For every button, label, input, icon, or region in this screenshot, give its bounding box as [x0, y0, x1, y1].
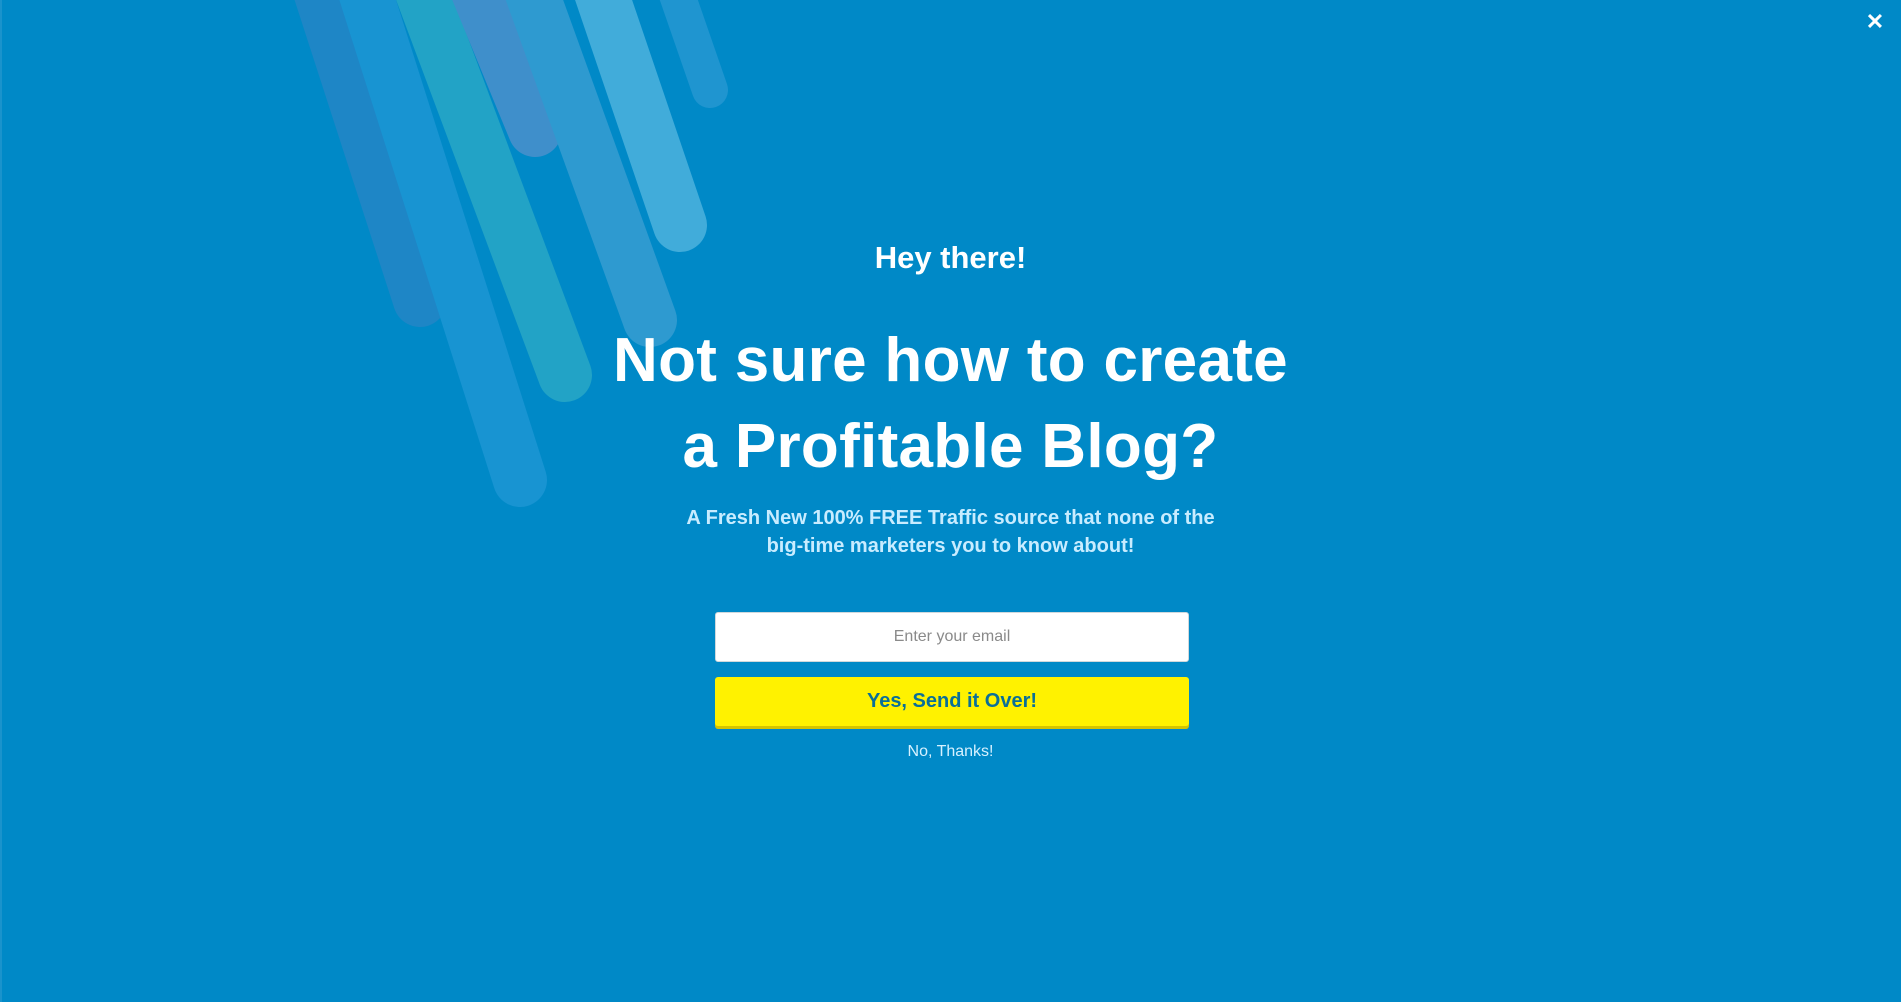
- close-icon[interactable]: ✕: [1866, 9, 1884, 34]
- headline-line-2: a Profitable Blog?: [682, 412, 1219, 481]
- left-edge-divider: [0, 0, 2, 1002]
- headline: Not sure how to create a Profitable Blog…: [600, 318, 1301, 490]
- close-button[interactable]: ✕: [1863, 10, 1887, 34]
- email-input[interactable]: [715, 612, 1189, 662]
- popup-overlay: ✕ Hey there! Not sure how to create a Pr…: [0, 0, 1901, 1002]
- subheadline: A Fresh New 100% FREE Traffic source tha…: [660, 504, 1241, 560]
- subheadline-line-2: big-time marketers you to know about!: [766, 535, 1135, 557]
- decor-stripe: [396, 0, 592, 402]
- decorative-stripes: [294, 0, 728, 507]
- headline-line-1: Not sure how to create: [613, 326, 1288, 395]
- decline-link-row: No, Thanks!: [0, 741, 1901, 763]
- decor-stripe: [659, 0, 728, 108]
- submit-button[interactable]: Yes, Send it Over!: [715, 677, 1189, 726]
- subheadline-line-1: A Fresh New 100% FREE Traffic source tha…: [686, 507, 1215, 529]
- decline-link[interactable]: No, Thanks!: [908, 743, 994, 760]
- decor-stripe: [452, 0, 562, 157]
- greeting-heading: Hey there!: [874, 240, 1027, 275]
- decor-stripe: [575, 0, 707, 252]
